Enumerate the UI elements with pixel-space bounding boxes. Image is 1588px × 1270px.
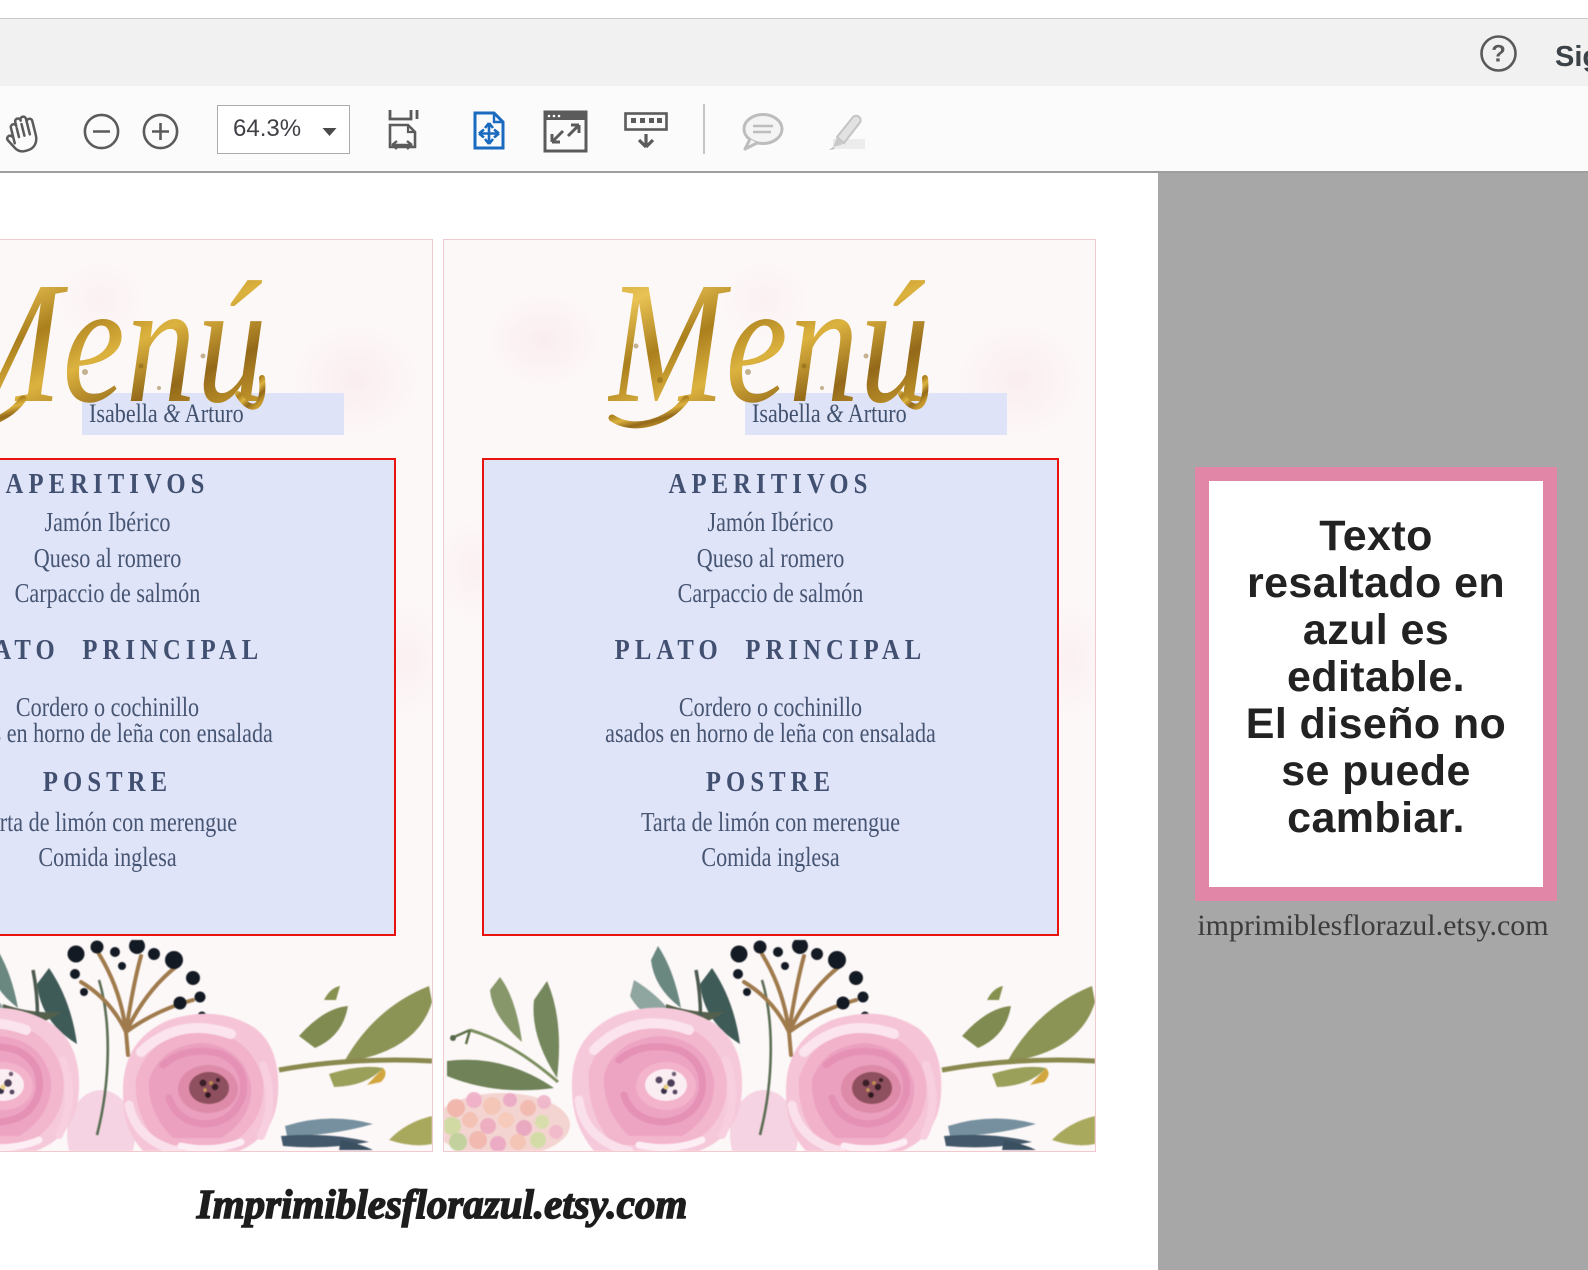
svg-text:?: ? (1491, 41, 1506, 68)
